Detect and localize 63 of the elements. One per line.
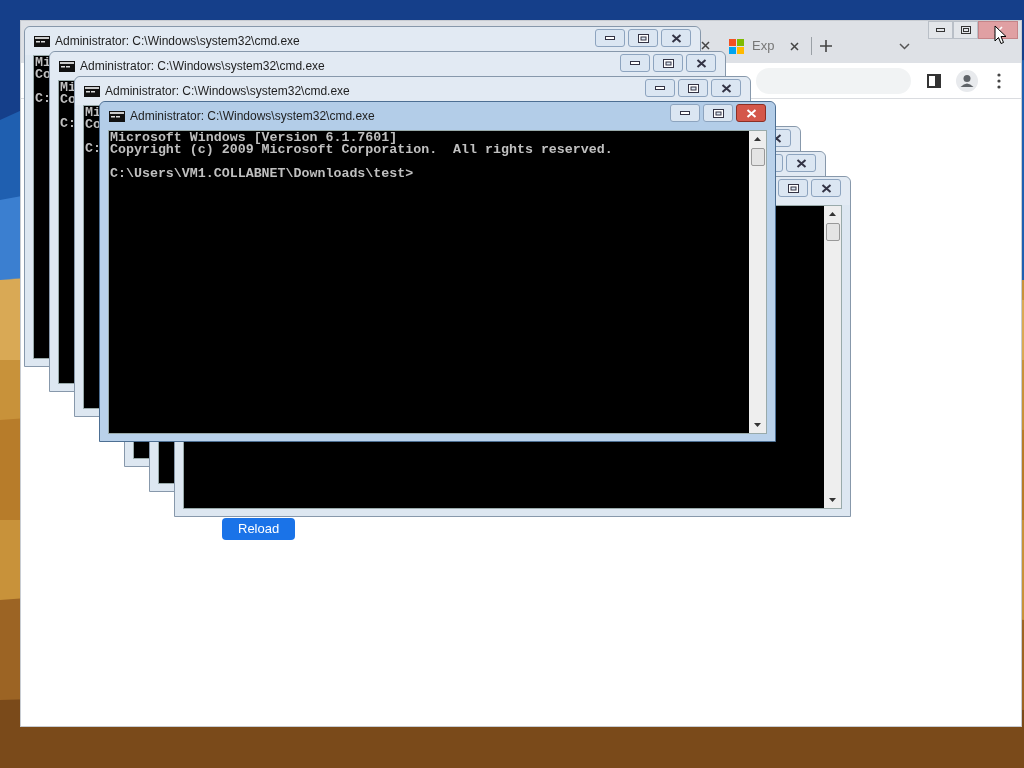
profile-icon[interactable]: [956, 70, 978, 92]
window-title: Administrator: C:\Windows\system32\cmd.exe: [130, 108, 375, 125]
console-icon: [84, 85, 100, 97]
windows-logo-icon: [729, 38, 744, 54]
console-line: C:: [35, 93, 51, 105]
close-button[interactable]: [711, 79, 741, 97]
close-button[interactable]: [811, 179, 841, 197]
minimize-icon: [680, 111, 690, 115]
console-line: Mi: [60, 82, 76, 94]
maximize-button[interactable]: [953, 21, 978, 39]
minimize-button[interactable]: [595, 29, 625, 47]
console-line: Mi: [35, 57, 51, 69]
minimize-button[interactable]: [670, 104, 700, 122]
maximize-icon: [662, 58, 674, 68]
minimize-icon: [655, 86, 665, 90]
console-line: C:: [85, 143, 101, 155]
cursor-icon: [994, 25, 1007, 45]
close-icon: [795, 158, 807, 168]
close-icon: [670, 33, 682, 43]
console-line: C:\Users\VM1.COLLABNET\Downloads\test>: [110, 168, 414, 180]
close-button[interactable]: [661, 29, 691, 47]
scrollbar-thumb[interactable]: [825, 223, 840, 241]
maximize-button[interactable]: [778, 179, 808, 197]
window-title: Administrator: C:\Windows\system32\cmd.exe: [55, 33, 300, 50]
minimize-button[interactable]: [928, 21, 953, 39]
close-icon[interactable]: [790, 41, 800, 51]
close-icon: [695, 58, 707, 68]
tab-title: Exp: [752, 37, 776, 56]
console-icon: [59, 60, 75, 72]
maximize-button[interactable]: [653, 54, 683, 72]
close-icon: [820, 183, 832, 193]
close-icon: [720, 83, 732, 93]
console-line: Mi: [85, 107, 101, 119]
close-icon: [745, 108, 757, 118]
maximize-icon: [712, 108, 724, 118]
minimize-icon: [936, 28, 945, 32]
maximize-icon: [787, 183, 799, 193]
chevron-down-icon[interactable]: [899, 43, 910, 50]
minimize-icon: [605, 36, 615, 40]
menu-icon[interactable]: [997, 73, 1001, 89]
side-panel-icon[interactable]: [927, 74, 941, 88]
scrollbar-thumb[interactable]: [750, 148, 765, 166]
reload-button[interactable]: Reload: [222, 518, 296, 540]
close-button[interactable]: [736, 104, 766, 122]
minimize-button[interactable]: [645, 79, 675, 97]
maximize-icon: [637, 33, 649, 43]
minimize-icon: [630, 61, 640, 65]
console-icon: [109, 110, 125, 122]
console-line: C:: [60, 118, 76, 130]
maximize-icon: [960, 26, 971, 34]
console-icon: [34, 35, 50, 47]
console-line: Microsoft Windows [Version 6.1.7601]: [110, 132, 398, 144]
new-tab-icon[interactable]: [820, 40, 832, 52]
minimize-button[interactable]: [620, 54, 650, 72]
close-button[interactable]: [686, 54, 716, 72]
console-line: Copyright (c) 2009 Microsoft Corporation. All rights reserved.: [110, 144, 613, 156]
maximize-button[interactable]: [703, 104, 733, 122]
maximize-icon: [687, 83, 699, 93]
window-title: Administrator: C:\Windows\system32\cmd.exe: [105, 83, 350, 100]
maximize-button[interactable]: [678, 79, 708, 97]
close-icon[interactable]: [701, 41, 710, 50]
maximize-button[interactable]: [628, 29, 658, 47]
window-title: Administrator: C:\Windows\system32\cmd.exe: [80, 58, 325, 75]
